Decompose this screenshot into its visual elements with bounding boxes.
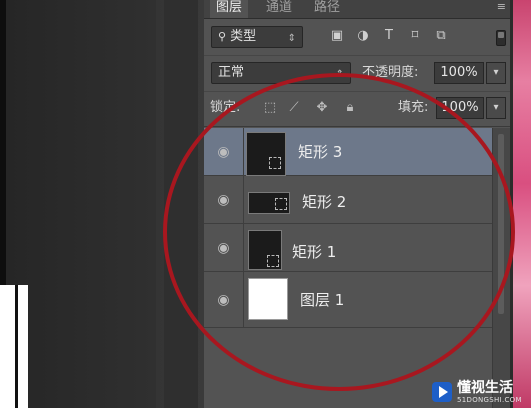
lock-transparent-icon[interactable]: ⬚	[262, 100, 278, 116]
play-logo-icon	[432, 382, 452, 402]
canvas-preview	[0, 285, 28, 408]
vector-mask-icon	[275, 198, 287, 210]
shape-filter-icon[interactable]: ⌑	[406, 28, 424, 44]
tab-layers[interactable]: 图层	[210, 0, 249, 18]
scrollbar-thumb[interactable]	[498, 134, 504, 314]
adjustment-filter-icon[interactable]: ◑	[354, 28, 372, 44]
layer-row[interactable]: ◉ 矩形 3	[204, 128, 492, 176]
chevron-updown-icon: ⇕	[287, 33, 296, 44]
fill-label: 填充:	[398, 100, 429, 115]
eye-icon[interactable]: ◉	[204, 224, 244, 272]
smart-object-filter-icon[interactable]: ⧉	[432, 28, 450, 44]
layer-list: ◉ 矩形 3 ◉ 矩形 2 ◉ 矩形 1 ◉ 图层 1	[204, 128, 492, 328]
divider	[204, 91, 510, 92]
text-filter-icon[interactable]: T	[380, 28, 398, 44]
lock-brush-icon[interactable]: ⟋	[286, 100, 302, 116]
chevron-down-icon: ▾	[493, 67, 499, 78]
image-filter-icon[interactable]: ▣	[328, 28, 346, 44]
layer-thumbnail	[248, 278, 288, 320]
panel-menu-icon[interactable]: ≡	[497, 1, 506, 13]
layers-panel: 图层 通道 路径 ≡ ⚲ 类型 ⇕ ▣ ◑ T ⌑ ⧉ 正常 ⇕ 不透明度: 10…	[204, 0, 510, 408]
opacity-dropdown-button[interactable]: ▾	[486, 62, 506, 84]
lock-all-icon[interactable]: 🔒︎	[342, 100, 358, 116]
watermark-subtitle: 51DONGSHI.COM	[457, 396, 522, 404]
layer-row[interactable]: ◉ 矩形 2	[204, 176, 492, 224]
blend-mode-select[interactable]: 正常 ⇕	[211, 62, 351, 84]
document-area	[6, 0, 156, 408]
eye-icon[interactable]: ◉	[204, 176, 244, 224]
lock-move-icon[interactable]: ✥	[314, 100, 330, 116]
search-icon: ⚲	[218, 30, 227, 43]
vector-mask-icon	[269, 157, 281, 169]
filter-type-label: 类型	[230, 29, 257, 44]
panel-tabs: 图层 通道 路径 ≡	[204, 0, 510, 19]
opacity-field[interactable]: 100%	[434, 62, 484, 84]
watermark-title: 懂视生活	[457, 380, 513, 396]
vector-mask-icon	[267, 255, 279, 267]
layer-thumbnail	[248, 230, 282, 270]
tab-channels[interactable]: 通道	[260, 0, 298, 18]
layer-name: 矩形 3	[298, 143, 343, 161]
layer-row[interactable]: ◉ 图层 1	[204, 272, 492, 328]
fill-dropdown-button[interactable]: ▾	[486, 97, 506, 119]
chevron-updown-icon: ⇕	[335, 69, 344, 80]
layer-thumbnail	[248, 192, 290, 214]
layer-thumbnail	[246, 132, 286, 176]
layers-scrollbar[interactable]	[492, 128, 510, 408]
fill-field[interactable]: 100%	[436, 97, 484, 119]
layer-name: 图层 1	[300, 291, 345, 309]
eye-icon[interactable]: ◉	[204, 272, 244, 328]
divider	[204, 126, 510, 127]
tab-paths[interactable]: 路径	[308, 0, 346, 18]
filter-toggle[interactable]	[496, 30, 506, 46]
watermark: 懂视生活 51DONGSHI.COM	[430, 378, 531, 408]
layer-name: 矩形 2	[302, 193, 347, 211]
blend-mode-value: 正常	[218, 65, 245, 80]
opacity-label: 不透明度:	[362, 65, 419, 80]
layer-name: 矩形 1	[292, 243, 337, 261]
divider	[204, 55, 510, 56]
filter-type-select[interactable]: ⚲ 类型 ⇕	[211, 26, 303, 48]
collapsed-panel-strip	[156, 0, 204, 408]
chevron-down-icon: ▾	[493, 102, 499, 113]
lock-label: 锁定:	[210, 100, 241, 115]
eye-icon[interactable]: ◉	[204, 128, 244, 176]
filter-row: ⚲ 类型 ⇕ ▣ ◑ T ⌑ ⧉	[204, 20, 510, 52]
layer-row[interactable]: ◉ 矩形 1	[204, 224, 492, 272]
background-artwork	[510, 0, 531, 408]
